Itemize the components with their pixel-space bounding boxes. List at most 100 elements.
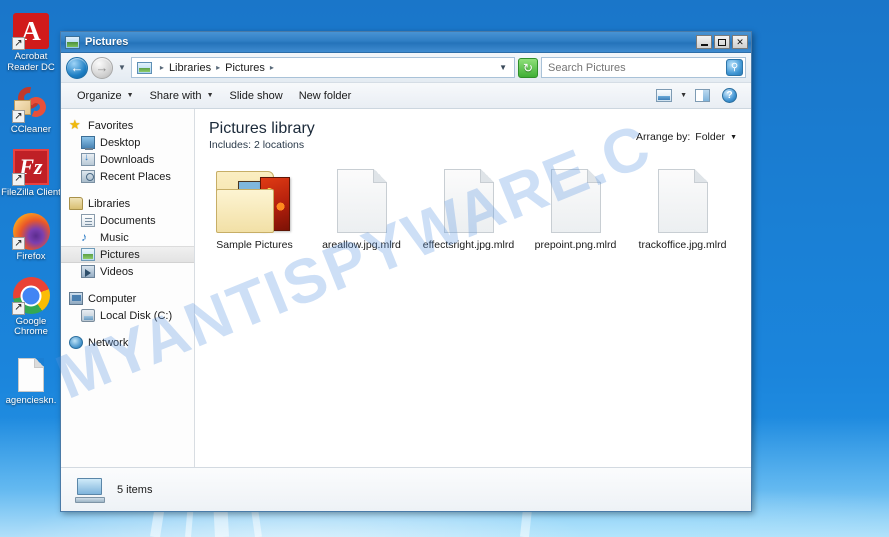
desktop-icon-google-chrome[interactable]: ↗ Google Chrome bbox=[0, 277, 62, 338]
chevron-down-icon: ▼ bbox=[730, 133, 737, 141]
sidebar-item-label: Desktop bbox=[100, 136, 141, 149]
documents-icon bbox=[81, 214, 95, 227]
arrange-by-control[interactable]: Arrange by: Folder ▼ bbox=[636, 119, 737, 143]
blank-file-icon bbox=[550, 165, 601, 233]
window-title: Pictures bbox=[85, 36, 129, 48]
sidebar-item-computer[interactable]: Computer bbox=[61, 290, 194, 307]
breadcrumb-item-libraries[interactable]: Libraries bbox=[168, 62, 212, 74]
sidebar-item-label: Pictures bbox=[100, 248, 140, 261]
file-list[interactable]: Sample Pictures areallow.jpg.mlrd effect… bbox=[195, 157, 751, 467]
breadcrumb-folder-icon bbox=[136, 61, 152, 74]
file-explorer-window: Pictures ✕ ← → ▼ ▸ Libraries ▸ Pictures … bbox=[60, 31, 752, 512]
help-icon: ? bbox=[722, 88, 737, 103]
folder-window-icon bbox=[65, 35, 80, 49]
organize-button[interactable]: Organize ▼ bbox=[69, 87, 142, 105]
sidebar-item-label: Documents bbox=[100, 214, 156, 227]
document-icon bbox=[12, 356, 50, 394]
sidebar-item-documents[interactable]: Documents bbox=[61, 212, 194, 229]
sidebar-item-recent-places[interactable]: Recent Places bbox=[61, 168, 194, 185]
change-view-button[interactable] bbox=[652, 87, 676, 104]
file-item-folder[interactable]: Sample Pictures bbox=[201, 161, 308, 255]
search-box[interactable]: ⚲ bbox=[541, 57, 746, 78]
sidebar-item-label: Libraries bbox=[88, 197, 131, 210]
acrobat-reader-icon: A ↗ bbox=[12, 12, 50, 50]
desktop-icon-label: Acrobat Reader DC bbox=[7, 51, 55, 73]
help-button[interactable]: ? bbox=[718, 86, 741, 105]
preview-pane-icon bbox=[695, 89, 710, 102]
desktop-icon bbox=[81, 136, 95, 150]
desktop-icon-acrobat-reader[interactable]: A ↗ Acrobat Reader DC bbox=[0, 12, 62, 73]
chevron-down-icon: ▼ bbox=[206, 92, 214, 99]
navigation-pane: ★ Favorites Desktop Downloads Recent Pla… bbox=[61, 109, 195, 467]
search-icon[interactable]: ⚲ bbox=[726, 59, 743, 76]
preview-pane-button[interactable] bbox=[691, 87, 714, 104]
firefox-icon: ↗ bbox=[12, 212, 50, 250]
sidebar-item-label: Favorites bbox=[88, 119, 134, 132]
maximize-button[interactable] bbox=[714, 35, 730, 49]
computer-icon bbox=[69, 292, 83, 305]
slide-show-label: Slide show bbox=[229, 89, 283, 102]
file-item[interactable]: effectsright.jpg.mlrd bbox=[415, 161, 522, 255]
command-bar: Organize ▼ Share with ▼ Slide show New f… bbox=[61, 83, 751, 109]
sidebar-item-network[interactable]: Network bbox=[61, 334, 194, 351]
address-dropdown-icon[interactable]: ▼ bbox=[495, 63, 511, 72]
refresh-button[interactable]: ↻ bbox=[518, 57, 538, 78]
desktop-icon-label: FileZilla Client bbox=[1, 186, 61, 198]
desktop-icon-encrypted-document[interactable]: agencieskn. bbox=[0, 356, 62, 407]
shortcut-overlay-icon: ↗ bbox=[12, 237, 25, 250]
downloads-icon bbox=[81, 152, 95, 166]
sidebar-item-local-disk-c[interactable]: Local Disk (C:) bbox=[61, 307, 194, 324]
back-button[interactable]: ← bbox=[66, 56, 88, 79]
desktop-icon-list: A ↗ Acrobat Reader DC ↗ CCleaner Fz ↗ Fi… bbox=[0, 12, 62, 418]
sidebar-item-label: Music bbox=[100, 231, 129, 244]
sidebar-item-pictures[interactable]: Pictures bbox=[61, 246, 194, 263]
desktop-icon-label: Firefox bbox=[16, 251, 46, 262]
sidebar-item-libraries[interactable]: Libraries bbox=[61, 195, 194, 212]
close-button[interactable]: ✕ bbox=[732, 35, 748, 49]
sidebar-item-label: Computer bbox=[88, 292, 137, 305]
sidebar-item-favorites[interactable]: ★ Favorites bbox=[61, 117, 194, 134]
sidebar-item-label: Videos bbox=[100, 265, 134, 278]
search-input[interactable] bbox=[548, 61, 726, 74]
desktop-icon-label: agencieskn. bbox=[5, 394, 57, 406]
sidebar-item-downloads[interactable]: Downloads bbox=[61, 151, 194, 168]
arrange-by-value: Folder bbox=[695, 131, 726, 143]
breadcrumb-item-pictures[interactable]: Pictures bbox=[224, 62, 266, 74]
blank-file-icon bbox=[657, 165, 708, 233]
blank-file-icon bbox=[443, 165, 494, 233]
sidebar-item-desktop[interactable]: Desktop bbox=[61, 134, 194, 151]
desktop-icon-filezilla[interactable]: Fz ↗ FileZilla Client bbox=[0, 148, 62, 199]
sidebar-item-videos[interactable]: Videos bbox=[61, 263, 194, 280]
page-title: Pictures library bbox=[209, 120, 315, 137]
arrange-by-label: Arrange by: bbox=[636, 131, 691, 143]
file-item-label: effectsright.jpg.mlrd bbox=[422, 239, 515, 251]
chevron-down-icon[interactable]: ▼ bbox=[680, 92, 687, 99]
desktop-icon-firefox[interactable]: ↗ Firefox bbox=[0, 212, 62, 263]
details-pane: 5 items bbox=[61, 467, 751, 511]
file-item[interactable]: trackoffice.jpg.mlrd bbox=[629, 161, 736, 255]
share-with-button[interactable]: Share with ▼ bbox=[142, 87, 222, 105]
item-count-label: 5 items bbox=[117, 483, 153, 496]
window-titlebar[interactable]: Pictures ✕ bbox=[61, 32, 751, 53]
filezilla-icon: Fz ↗ bbox=[12, 148, 50, 186]
new-folder-button[interactable]: New folder bbox=[291, 87, 360, 105]
content-pane: Pictures library Includes: 2 locations A… bbox=[195, 109, 751, 467]
file-item-label: Sample Pictures bbox=[216, 239, 293, 251]
file-item[interactable]: areallow.jpg.mlrd bbox=[308, 161, 415, 255]
history-dropdown-icon[interactable]: ▼ bbox=[116, 63, 128, 72]
sidebar-item-label: Network bbox=[88, 336, 129, 349]
ccleaner-icon: ↗ bbox=[12, 82, 50, 123]
view-icon bbox=[656, 89, 673, 102]
minimize-button[interactable] bbox=[696, 35, 712, 49]
recent-places-icon bbox=[81, 170, 95, 183]
shortcut-overlay-icon: ↗ bbox=[12, 37, 25, 50]
breadcrumb[interactable]: ▸ Libraries ▸ Pictures ▸ ▼ bbox=[130, 57, 515, 78]
forward-button[interactable]: → bbox=[91, 56, 113, 79]
chevron-right-icon: ▸ bbox=[269, 63, 274, 72]
file-item[interactable]: prepoint.png.mlrd bbox=[522, 161, 629, 255]
slide-show-button[interactable]: Slide show bbox=[222, 87, 291, 105]
sidebar-item-music[interactable]: ♪ Music bbox=[61, 229, 194, 246]
desktop-icon-label: Google Chrome bbox=[14, 315, 48, 337]
desktop-icon-ccleaner[interactable]: ↗ CCleaner bbox=[0, 82, 62, 136]
folder-icon bbox=[215, 165, 294, 233]
